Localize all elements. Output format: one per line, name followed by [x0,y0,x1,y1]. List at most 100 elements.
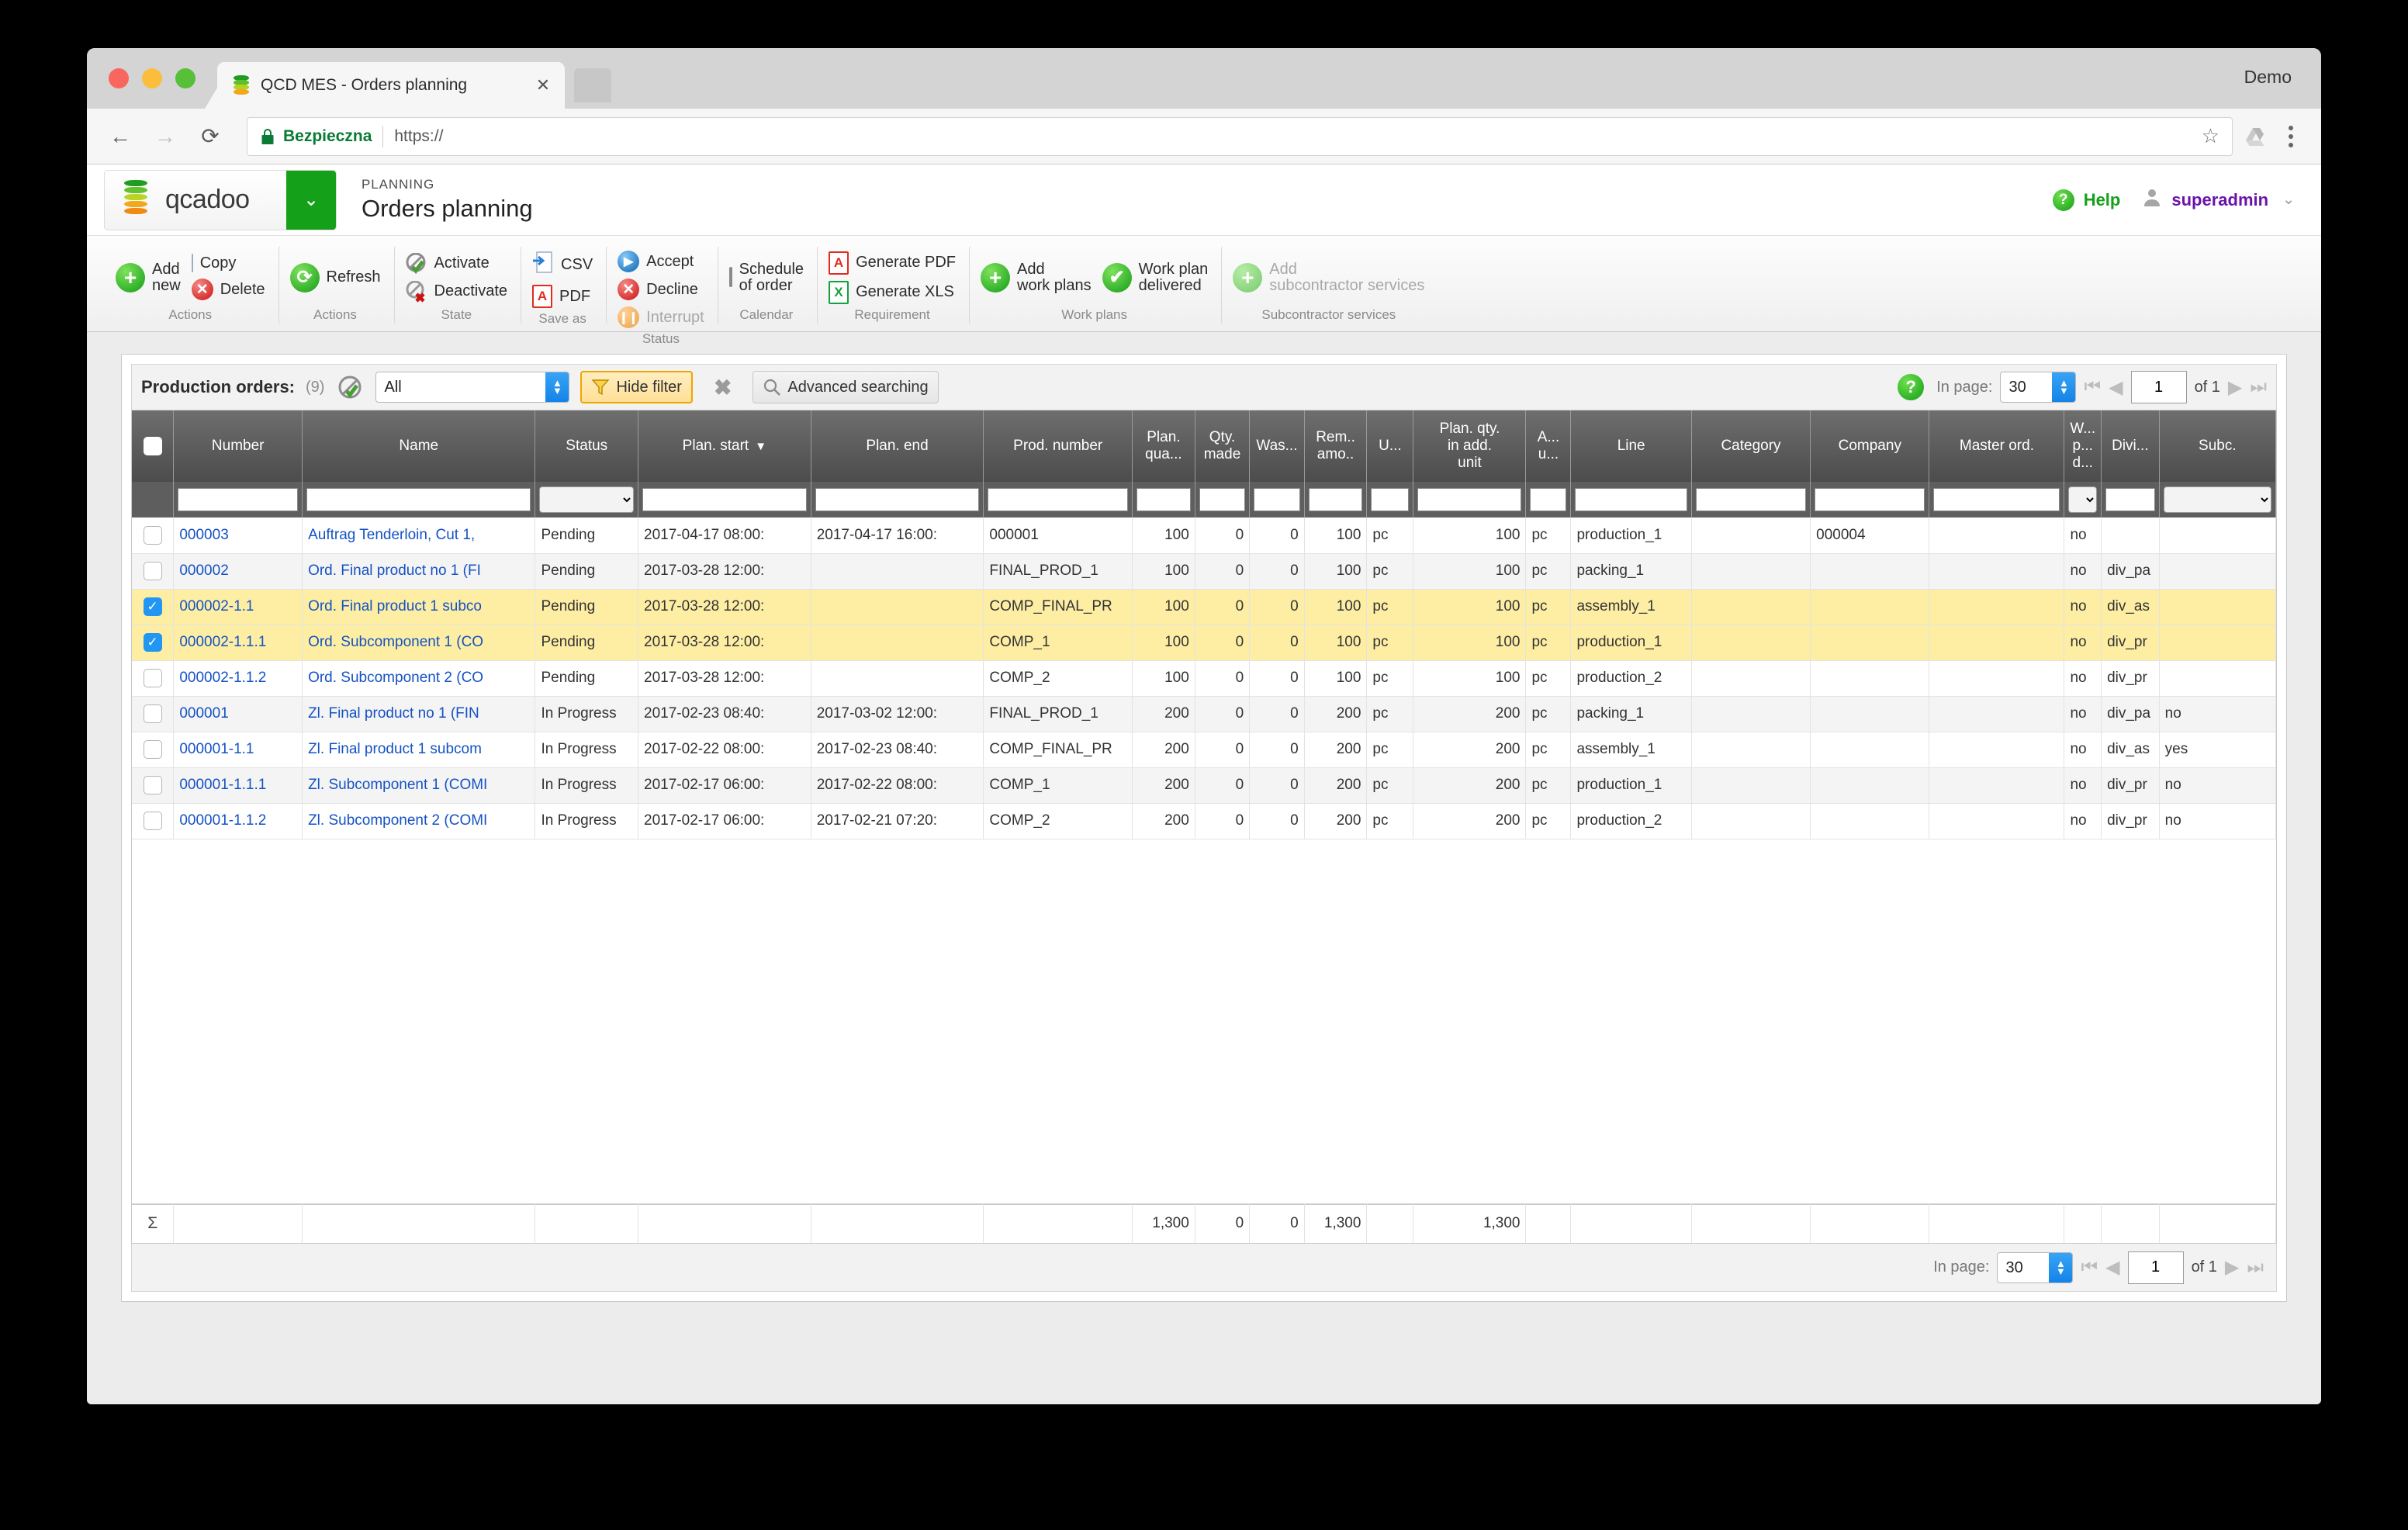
grid-help-icon[interactable]: ? [1898,374,1925,400]
cell-name[interactable]: Zl. Subcomponent 1 (COMI [302,767,536,804]
filter-input-company[interactable] [1815,488,1925,511]
activate-button[interactable]: Activate [406,252,508,275]
browser-menu-icon[interactable] [2275,125,2307,147]
cell-cb[interactable] [132,660,175,697]
filter-input-planqua[interactable] [1137,488,1191,511]
table-row[interactable]: 000002-1.1.2 Ord. Subcomponent 2 (CO Pendi… [132,660,2276,697]
page-number-input[interactable] [2127,1251,2184,1284]
select-all-checkbox[interactable] [143,437,162,455]
help-icon[interactable]: ? [2052,189,2074,211]
cell-name[interactable]: Ord. Subcomponent 1 (CO [302,625,536,661]
column-filter-division[interactable] [2101,482,2160,518]
forward-icon[interactable]: → [146,117,185,156]
table-row[interactable]: 000001-1.1 Zl. Final product 1 subcom In P… [132,732,2276,768]
filter-input-waste[interactable] [1254,488,1300,511]
column-header-wpd[interactable]: W... p... d... [2064,410,2102,482]
order-link[interactable]: Zl. Subcomponent 2 (COMI [308,812,487,829]
filter-input-qtymade[interactable] [1199,488,1246,511]
omnibox[interactable]: Bezpieczna https:// ☆ [247,116,2233,156]
cell-number[interactable]: 000002-1.1.1 [173,625,303,661]
filter-input-unit[interactable] [1371,488,1410,511]
table-row[interactable]: 000001-1.1.1 Zl. Subcomponent 1 (COMI In P… [132,767,2276,804]
filter-input-planstart[interactable] [642,488,807,511]
column-filter-unit[interactable] [1366,482,1414,518]
decline-button[interactable]: ✕ Decline [618,279,704,300]
column-header-subc[interactable]: Subc. [2159,410,2276,482]
row-checkbox[interactable] [143,525,162,545]
accept-button[interactable]: ▶ Accept [618,251,704,272]
refresh-button[interactable]: ⟳ Refresh [289,262,381,292]
column-header-qtymade[interactable]: Qty. made [1195,410,1251,482]
saved-filter-select[interactable]: All [375,372,570,403]
column-filter-line[interactable] [1570,482,1692,518]
column-filter-category[interactable] [1691,482,1811,518]
row-checkbox[interactable]: ✓ [143,597,162,616]
filter-input-category[interactable] [1695,488,1807,511]
column-header-planend[interactable]: Plan. end [811,410,984,482]
filter-input-planend[interactable] [815,488,980,511]
chevron-down-icon[interactable]: ⌄ [2282,191,2295,209]
column-header-line[interactable]: Line [1570,410,1692,482]
advanced-searching-button[interactable]: Advanced searching [752,371,939,403]
column-header-name[interactable]: Name [302,410,536,482]
row-checkbox[interactable]: ✓ [143,633,162,652]
column-header-company[interactable]: Company [1810,410,1930,482]
row-checkbox[interactable] [143,812,162,830]
column-header-masterord[interactable]: Master ord. [1929,410,2065,482]
column-header-category[interactable]: Category [1691,410,1811,482]
order-link[interactable]: Zl. Subcomponent 1 (COMI [308,777,487,793]
filter-select-status[interactable] [539,486,635,513]
table-row[interactable]: 000002 Ord. Final product no 1 (FI Pending… [132,553,2276,590]
cell-cb[interactable] [132,732,175,768]
app-logo-button[interactable]: qcadoo ⌄ [104,169,337,230]
order-link[interactable]: Ord. Subcomponent 2 (CO [308,670,483,686]
cell-number[interactable]: 000001-1.1.2 [173,803,303,839]
page-number-input[interactable] [2130,371,2187,403]
order-link[interactable]: Zl. Final product 1 subcom [308,741,482,757]
filter-input-prodnum[interactable] [988,488,1129,511]
order-link[interactable]: 000001 [179,705,228,722]
cell-number[interactable]: 000002 [173,553,303,590]
table-row[interactable]: 000001 Zl. Final product no 1 (FIN In Prog… [132,696,2276,732]
filter-input-addunit[interactable] [1530,488,1567,511]
order-link[interactable]: 000002-1.1.1 [179,634,266,650]
row-checkbox[interactable] [143,669,162,687]
order-link[interactable]: 000001-1.1.1 [179,777,266,793]
column-header-status[interactable]: Status [535,410,639,482]
order-link[interactable]: Ord. Final product 1 subco [308,598,482,614]
deactivate-button[interactable]: Deactivate [406,280,507,303]
order-link[interactable]: 000002 [179,562,228,579]
browser-profile-label[interactable]: Demo [2244,67,2292,88]
cell-cb[interactable] [132,696,175,732]
cell-number[interactable]: 000001-1.1.1 [173,767,303,804]
row-checkbox[interactable] [143,704,162,723]
cell-cb[interactable] [132,767,175,804]
order-link[interactable]: 000001-1.1 [179,741,254,757]
row-checkbox[interactable] [143,562,162,580]
column-header-unit[interactable]: U... [1366,410,1414,482]
table-row[interactable]: 000001-1.1.2 Zl. Subcomponent 2 (COMI In P… [132,803,2276,839]
prev-page-icon[interactable]: ◀ [2109,376,2123,399]
close-window-button[interactable] [109,68,129,88]
cell-cb[interactable]: ✓ [132,589,175,625]
cell-cb[interactable] [132,518,175,554]
column-filter-remamo[interactable] [1304,482,1368,518]
column-filter-planadd[interactable] [1413,482,1527,518]
column-header-division[interactable]: Divi... [2101,410,2160,482]
page-size-select[interactable]: 30 [1997,1251,2074,1283]
column-filter-waste[interactable] [1249,482,1305,518]
filter-state-icon[interactable] [335,372,365,402]
cell-name[interactable]: Zl. Final product 1 subcom [302,732,536,768]
new-tab-button[interactable] [574,68,611,102]
order-link[interactable]: Auftrag Tenderloin, Cut 1, [308,527,475,543]
filter-select-wpd[interactable] [2068,486,2098,513]
cell-cb[interactable] [132,553,175,590]
column-filter-status[interactable] [535,482,639,518]
prev-page-icon[interactable]: ◀ [2105,1256,2119,1279]
row-checkbox[interactable] [143,740,162,759]
close-tab-icon[interactable]: ✕ [532,75,554,95]
clear-filter-button[interactable]: ✖ [704,371,742,403]
browser-tab[interactable]: QCD MES - Orders planning ✕ [217,62,565,109]
copy-button[interactable]: Copy [191,254,265,272]
cell-number[interactable]: 000002-1.1.2 [173,660,303,697]
